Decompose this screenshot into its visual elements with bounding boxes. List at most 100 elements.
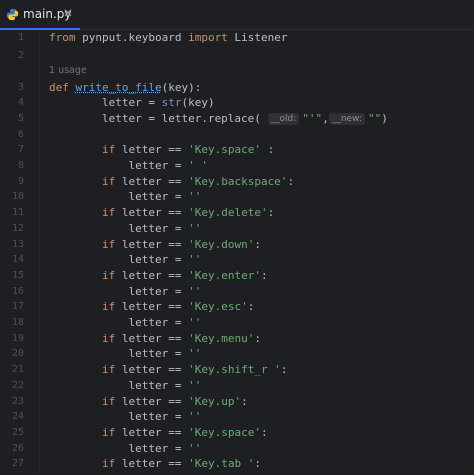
line-number: 2 xyxy=(17,49,24,61)
code-line[interactable]: 11 if letter == 'Key.delete': xyxy=(0,205,474,221)
code-line[interactable]: 15 if letter == 'Key.enter': xyxy=(0,268,474,284)
condition: letter == xyxy=(115,174,189,188)
code-line[interactable]: 18 letter = '' xyxy=(0,315,474,331)
keyword-if: if xyxy=(101,457,116,471)
keyword-if: if xyxy=(101,206,116,220)
string-literal: 'Key.shift_r ' xyxy=(188,363,281,377)
code-text: letter = '' xyxy=(49,346,201,362)
assignment: letter = xyxy=(49,221,189,235)
colon: : xyxy=(254,457,261,471)
line-number: 16 xyxy=(11,285,24,297)
code-line[interactable]: 12 letter = '' xyxy=(0,221,474,237)
code-editor[interactable]: 1 from pynput.keyboard import Listener 2 3 d… xyxy=(0,30,474,475)
code-line[interactable]: 21 if letter == 'Key.shift_r ': xyxy=(0,362,474,378)
code-line[interactable]: 24 letter = '' xyxy=(0,409,474,425)
line-number: 26 xyxy=(11,442,24,454)
condition: letter == xyxy=(115,237,189,251)
code-line[interactable]: 16 letter = '' xyxy=(0,284,474,300)
condition: letter == xyxy=(115,300,189,314)
string-literal: '' xyxy=(188,316,202,329)
code-line[interactable]: 23 if letter == 'Key.up': xyxy=(0,394,474,410)
code-line[interactable]: 3 def write_to_file(key): xyxy=(0,80,474,96)
keyword-if: if xyxy=(101,425,116,439)
code-text: letter = '' xyxy=(49,189,201,205)
string-literal: '' xyxy=(188,347,202,361)
code-text: if letter == 'Key.space' : xyxy=(49,142,274,158)
line-number: 7 xyxy=(17,144,24,156)
line-number: 9 xyxy=(17,175,24,187)
keyword-if: if xyxy=(101,394,116,408)
code-line[interactable]: 9 if letter == 'Key.backspace': xyxy=(0,174,474,190)
code-line[interactable]: 7 if letter == 'Key.space' : xyxy=(0,142,474,158)
code-text: letter = '' xyxy=(49,441,201,457)
code-line[interactable]: 2 xyxy=(0,48,474,64)
code-line[interactable]: 26 letter = '' xyxy=(0,441,474,457)
line-number: 13 xyxy=(11,238,24,250)
line-number: 18 xyxy=(11,317,24,328)
line-number: 20 xyxy=(11,348,24,360)
code-line[interactable]: 4 letter = str(key) xyxy=(0,95,474,111)
line-number: 27 xyxy=(11,458,24,470)
code-text: letter = ' ' xyxy=(49,158,207,174)
keyword-if: if xyxy=(101,331,116,345)
code-line[interactable]: 20 letter = '' xyxy=(0,346,474,362)
builtin-str: str xyxy=(161,96,182,110)
assignment: letter = xyxy=(49,190,189,204)
code-line[interactable]: 14 letter = '' xyxy=(0,252,474,268)
code-text: if letter == 'Key.tab ': xyxy=(49,456,261,472)
code-line[interactable]: 1 from pynput.keyboard import Listener xyxy=(0,30,474,46)
string-literal: 'Key.up' xyxy=(188,394,242,408)
string-literal: "" xyxy=(367,111,382,125)
code-line[interactable]: 6 xyxy=(0,127,474,143)
code-text: if letter == 'Key.up': xyxy=(49,394,248,410)
code-line[interactable]: 10 letter = '' xyxy=(0,189,474,205)
call-args: (key) xyxy=(181,96,215,110)
keyword-def: def xyxy=(49,80,69,94)
editor-tab-bar: main.py ✕ xyxy=(0,0,474,30)
line-number: 22 xyxy=(11,379,24,391)
function-signature: (key): xyxy=(161,80,202,94)
function-name: write_to_file xyxy=(75,80,162,94)
string-literal: 'Key.esc' xyxy=(188,300,248,314)
line-number: 23 xyxy=(11,395,24,407)
code-line[interactable]: 5 letter = letter.replace( __old: "'", __n… xyxy=(0,111,474,127)
assignment: letter = xyxy=(49,96,162,110)
module-name: pynput.keyboard xyxy=(75,31,189,44)
close-icon[interactable]: ✕ xyxy=(63,6,73,20)
code-line[interactable]: 8 letter = ' ' xyxy=(0,158,474,174)
code-line[interactable]: 17 if letter == 'Key.esc': xyxy=(0,299,474,315)
code-text: letter = str(key) xyxy=(49,95,215,111)
assignment: letter = xyxy=(49,253,189,267)
colon: : xyxy=(247,300,255,314)
line-number: 1 xyxy=(17,32,24,43)
string-literal: 'Key.menu' xyxy=(188,331,255,345)
line-number: 15 xyxy=(11,269,24,281)
assignment: letter = xyxy=(49,441,189,455)
string-literal: '' xyxy=(188,441,202,455)
code-text: letter = letter.replace( __old: "'", __new… xyxy=(49,111,388,127)
line-number: 8 xyxy=(17,160,24,171)
code-text: letter = '' xyxy=(49,221,201,237)
line-number: 11 xyxy=(11,207,24,219)
code-line[interactable]: 25 if letter == 'Key.space': xyxy=(0,425,474,441)
string-literal: 'Key.backspace' xyxy=(188,174,288,188)
condition: letter == xyxy=(115,143,189,157)
code-line[interactable]: 22 letter = '' xyxy=(0,378,474,394)
line-number: 10 xyxy=(11,191,24,203)
code-line[interactable]: 19 if letter == 'Key.menu': xyxy=(0,331,474,347)
string-literal: 'Key.enter' xyxy=(188,268,261,282)
code-text: if letter == 'Key.down': xyxy=(49,237,261,253)
code-line[interactable]: 27 if letter == 'Key.tab ': xyxy=(0,456,474,472)
param-hint-old: __old: xyxy=(267,112,300,125)
colon: : xyxy=(267,206,275,220)
tab-main-py[interactable]: main.py ✕ xyxy=(0,0,80,30)
usage-hint[interactable]: 1 usage xyxy=(49,65,87,76)
line-number: 4 xyxy=(17,97,24,109)
code-line[interactable]: 13 if letter == 'Key.down': xyxy=(0,237,474,253)
colon: : xyxy=(260,268,268,282)
line-number: 12 xyxy=(11,222,24,234)
line-number: 21 xyxy=(11,364,24,376)
colon: : xyxy=(260,143,275,157)
keyword-if: if xyxy=(101,237,116,251)
line-number: 3 xyxy=(17,81,24,93)
